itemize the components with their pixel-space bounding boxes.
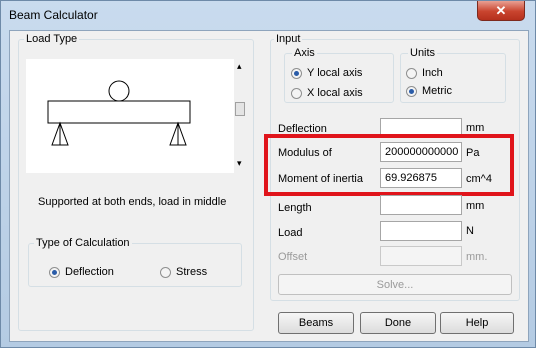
close-icon: ✕ <box>495 2 507 18</box>
units-legend: Units <box>408 47 438 59</box>
load-unit: N <box>466 225 474 237</box>
x-local-axis-label[interactable]: X local axis <box>307 87 363 99</box>
beam-rect <box>47 100 191 124</box>
axis-legend: Axis <box>292 47 317 59</box>
input-legend: Input <box>274 33 303 45</box>
length-field[interactable] <box>380 195 462 215</box>
load-type-legend: Load Type <box>24 33 80 45</box>
load-type-description: Supported at both ends, load in middle <box>38 196 227 208</box>
beam-diagram[interactable] <box>26 59 234 173</box>
stress-radio-label[interactable]: Stress <box>176 266 207 278</box>
y-local-axis-radio[interactable] <box>291 68 302 79</box>
load-circle <box>108 80 130 102</box>
calc-type-group <box>28 243 242 287</box>
beam-diagram-drawing <box>47 80 191 146</box>
solve-button[interactable]: Solve... <box>278 274 512 295</box>
x-local-axis-radio[interactable] <box>291 88 302 99</box>
diagram-scrollbar[interactable]: ▴ ▾ <box>234 59 248 173</box>
calc-type-legend: Type of Calculation <box>34 237 132 249</box>
help-button[interactable]: Help <box>440 312 514 334</box>
metric-label[interactable]: Metric <box>422 85 452 97</box>
scroll-up-icon[interactable]: ▴ <box>237 61 242 72</box>
beam-calculator-window: Beam Calculator ✕ Load Type ▴ ▾ Supporte… <box>0 0 536 348</box>
scroll-down-icon[interactable]: ▾ <box>237 158 242 169</box>
offset-label: Offset <box>278 251 308 263</box>
offset-unit: mm. <box>466 251 488 263</box>
load-label: Load <box>278 227 303 239</box>
length-unit: mm <box>466 200 485 212</box>
deflection-radio[interactable] <box>49 267 60 278</box>
units-group <box>400 53 506 103</box>
left-support-icon <box>51 121 69 146</box>
dialog-client-area: Load Type ▴ ▾ Supported at both ends, lo… <box>9 30 529 342</box>
window-title: Beam Calculator <box>9 8 98 22</box>
stress-radio[interactable] <box>160 267 171 278</box>
beams-button[interactable]: Beams <box>278 312 354 334</box>
inch-radio[interactable] <box>406 68 417 79</box>
right-support-icon <box>169 121 187 146</box>
length-label: Length <box>278 202 312 214</box>
inch-label[interactable]: Inch <box>422 67 443 79</box>
load-field[interactable] <box>380 221 462 241</box>
close-button[interactable]: ✕ <box>477 1 525 21</box>
scroll-thumb[interactable] <box>235 102 245 116</box>
highlight-box <box>264 134 514 196</box>
deflection-unit: mm <box>466 122 485 134</box>
offset-field[interactable] <box>380 246 462 266</box>
done-button[interactable]: Done <box>360 312 436 334</box>
y-local-axis-label[interactable]: Y local axis <box>307 67 362 79</box>
metric-radio[interactable] <box>406 86 417 97</box>
deflection-radio-label[interactable]: Deflection <box>65 266 114 278</box>
